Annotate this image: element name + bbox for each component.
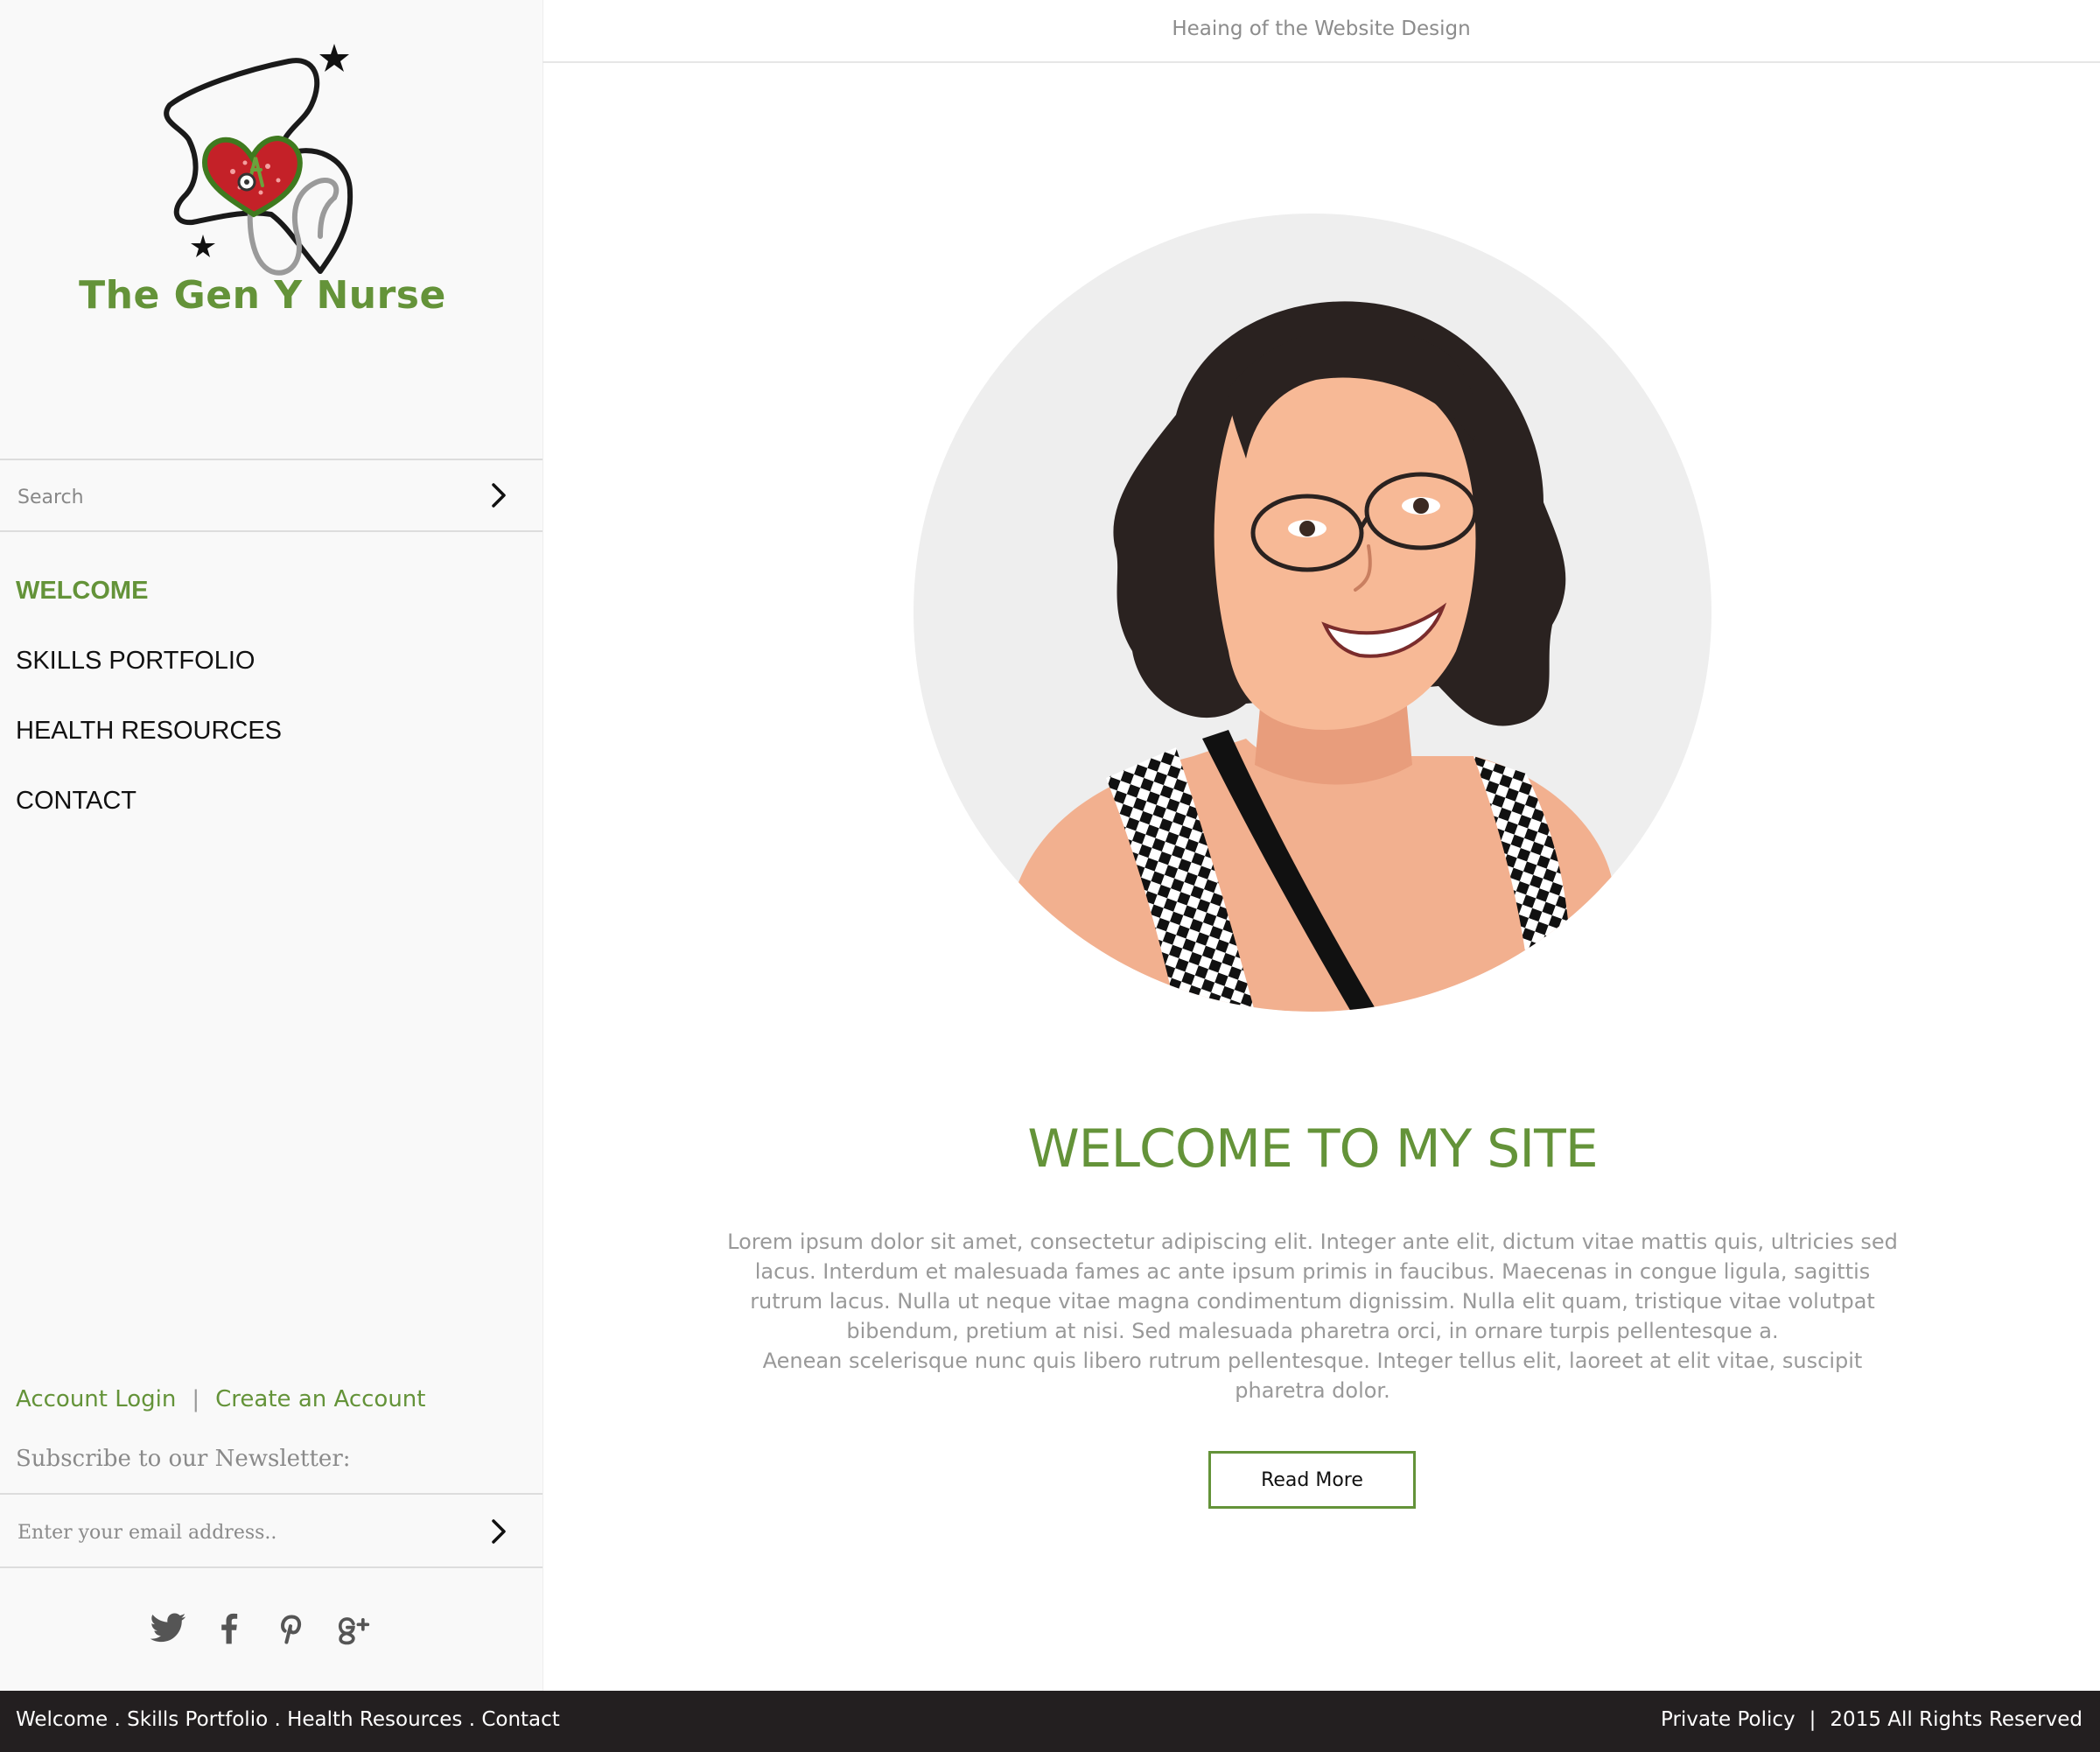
footer-link-welcome[interactable]: Welcome (16, 1708, 108, 1731)
twitter-icon[interactable] (149, 1608, 187, 1647)
footer-link-contact[interactable]: Contact (481, 1708, 559, 1731)
nav-item-health-resources[interactable]: HEALTH RESOURCES (0, 700, 542, 770)
welcome-body: Lorem ipsum dolor sit amet, consectetur … (718, 1227, 1908, 1405)
nav-item-contact[interactable]: CONTACT (0, 770, 542, 840)
site-logo[interactable]: The Gen Y Nurse (0, 35, 525, 333)
pinterest-icon[interactable] (271, 1608, 310, 1647)
footer-nav: Welcome . Skills Portfolio . Health Reso… (16, 1708, 560, 1731)
privacy-policy-link[interactable]: Private Policy (1661, 1708, 1796, 1731)
newsletter-label: Subscribe to our Newsletter: (16, 1446, 351, 1472)
chevron-right-icon[interactable] (481, 478, 516, 513)
footer-link-health-resources[interactable]: Health Resources (287, 1708, 462, 1731)
welcome-paragraph: Aenean scelerisque nunc quis libero rutr… (762, 1349, 1863, 1403)
nav-item-welcome[interactable]: WELCOME (0, 560, 542, 630)
footer-link-separator: . (462, 1708, 482, 1731)
copyright-text: 2015 All Rights Reserved (1830, 1708, 2082, 1731)
footer-legal-separator: | (1809, 1708, 1816, 1731)
chevron-right-icon[interactable] (481, 1514, 516, 1549)
footer-legal: Private Policy | 2015 All Rights Reserved (1661, 1708, 2082, 1731)
star-icon (319, 44, 349, 72)
footer: Welcome . Skills Portfolio . Health Reso… (0, 1691, 2100, 1752)
top-header: Heaing of the Website Design (542, 0, 2100, 63)
footer-link-skills-portfolio[interactable]: Skills Portfolio (127, 1708, 268, 1731)
account-login-link[interactable]: Account Login (16, 1386, 176, 1412)
account-links: Account Login | Create an Account (16, 1386, 425, 1412)
footer-link-separator: . (268, 1708, 288, 1731)
google-plus-icon[interactable] (332, 1608, 371, 1647)
create-account-link[interactable]: Create an Account (215, 1386, 425, 1412)
footer-link-separator: . (108, 1708, 128, 1731)
welcome-paragraph: Lorem ipsum dolor sit amet, consectetur … (727, 1230, 1898, 1343)
account-links-separator: | (192, 1386, 200, 1412)
facebook-icon[interactable] (210, 1608, 248, 1647)
profile-portrait-illustration (914, 214, 1712, 1012)
sidebar: The Gen Y Nurse WELCOME SKILLS PORTFOLIO… (0, 0, 543, 1691)
read-more-button[interactable]: Read More (1208, 1451, 1416, 1509)
nurse-cap-stethoscope-logo-icon (164, 44, 354, 276)
search-bar (0, 459, 542, 532)
welcome-heading: WELCOME TO MY SITE (1027, 1118, 1598, 1180)
search-input[interactable] (16, 476, 439, 518)
header-title: Heaing of the Website Design (1172, 18, 1471, 40)
star-icon (191, 235, 215, 257)
nav-item-skills-portfolio[interactable]: SKILLS PORTFOLIO (0, 630, 542, 700)
newsletter-form (0, 1493, 542, 1568)
main-nav: WELCOME SKILLS PORTFOLIO HEALTH RESOURCE… (0, 560, 542, 840)
site-logo-text: The Gen Y Nurse (79, 273, 446, 318)
newsletter-email-input[interactable] (16, 1512, 439, 1552)
